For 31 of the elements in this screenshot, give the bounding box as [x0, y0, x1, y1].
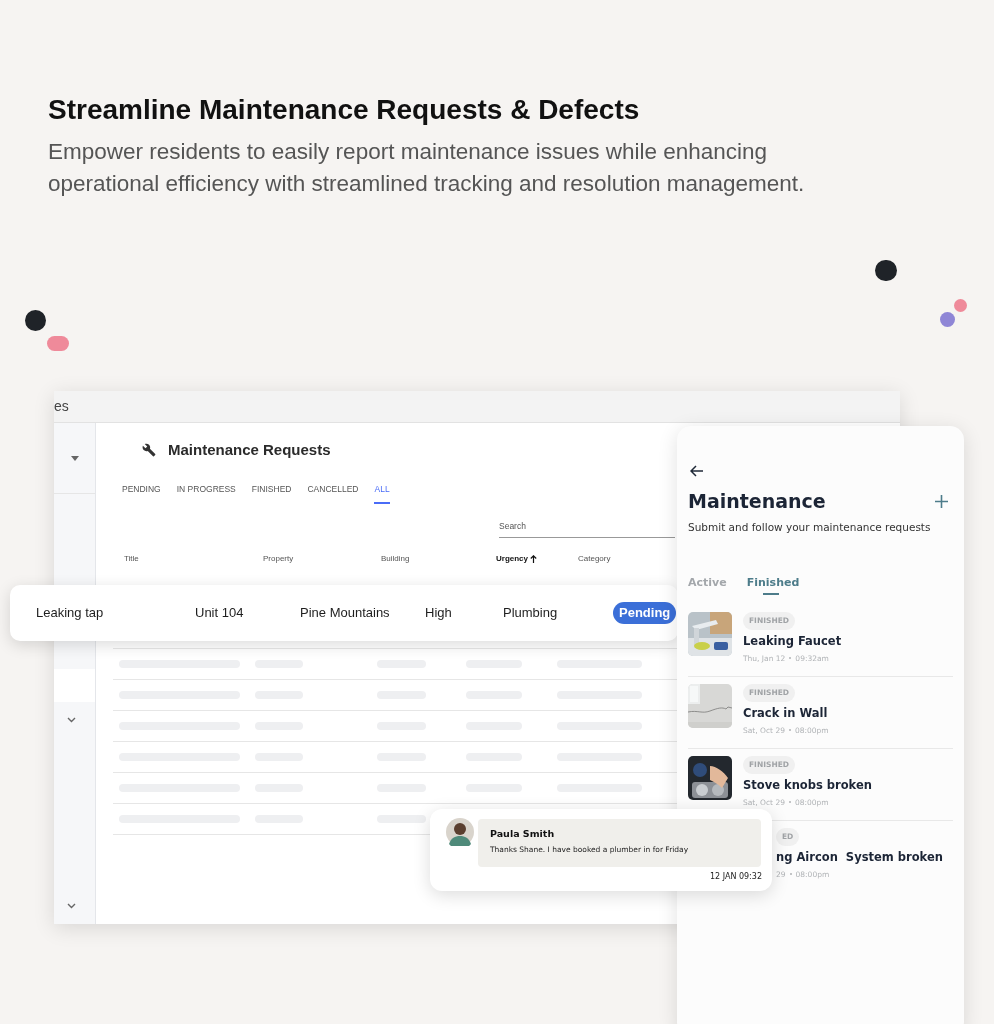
tab[interactable]: FINISHED — [251, 483, 292, 504]
window-title: es — [54, 397, 69, 416]
column-header[interactable]: Property — [263, 552, 381, 565]
table-cell-text: Pine Mountains — [300, 604, 391, 623]
request-title[interactable]: Crack in Wall — [743, 704, 828, 722]
request-title[interactable]: ng Aircon System broken — [776, 848, 943, 866]
screen-subtitle: Submit and follow your maintenance requests — [688, 519, 932, 535]
tab[interactable]: PENDING — [122, 483, 161, 504]
table-cell-text: Unit 104 — [195, 604, 245, 623]
table-cell-text: High — [425, 604, 453, 623]
request-title[interactable]: Leaking Faucet — [743, 632, 842, 650]
message-time: 12 JAN 09:32 — [710, 871, 762, 883]
subtitle: Empower residents to easily report maintenance issues while enhancing operational efficiency with streamlined tracking and resolution management. — [48, 138, 806, 198]
column-header[interactable]: Urgency — [496, 552, 528, 565]
tab[interactable]: IN PROGRESS — [176, 483, 236, 504]
tab[interactable]: Finished — [746, 573, 800, 594]
tab[interactable]: CANCELLED — [307, 483, 359, 504]
tab[interactable]: ALL — [374, 483, 390, 504]
page-title: Maintenance Requests — [168, 439, 331, 460]
search-field[interactable]: Search — [499, 515, 675, 538]
request-title[interactable]: Stove knobs broken — [743, 776, 872, 794]
screen-title: Maintenance — [688, 489, 826, 514]
sender-name: Paula Smith — [490, 827, 556, 841]
column-header[interactable]: Category — [578, 552, 678, 565]
table-cell-text: Plumbing — [503, 604, 559, 623]
column-header[interactable]: Title — [124, 552, 263, 565]
table-cell-text: Leaking tap — [36, 604, 105, 623]
column-header[interactable]: Building — [381, 552, 496, 565]
headline: Streamline Maintenance Requests & Defects — [48, 93, 641, 127]
table-row-card[interactable]: Leaking tap Unit 104 Pine Mountains High Plumbing Pending — [10, 585, 678, 641]
status-badge: Pending — [613, 602, 677, 624]
